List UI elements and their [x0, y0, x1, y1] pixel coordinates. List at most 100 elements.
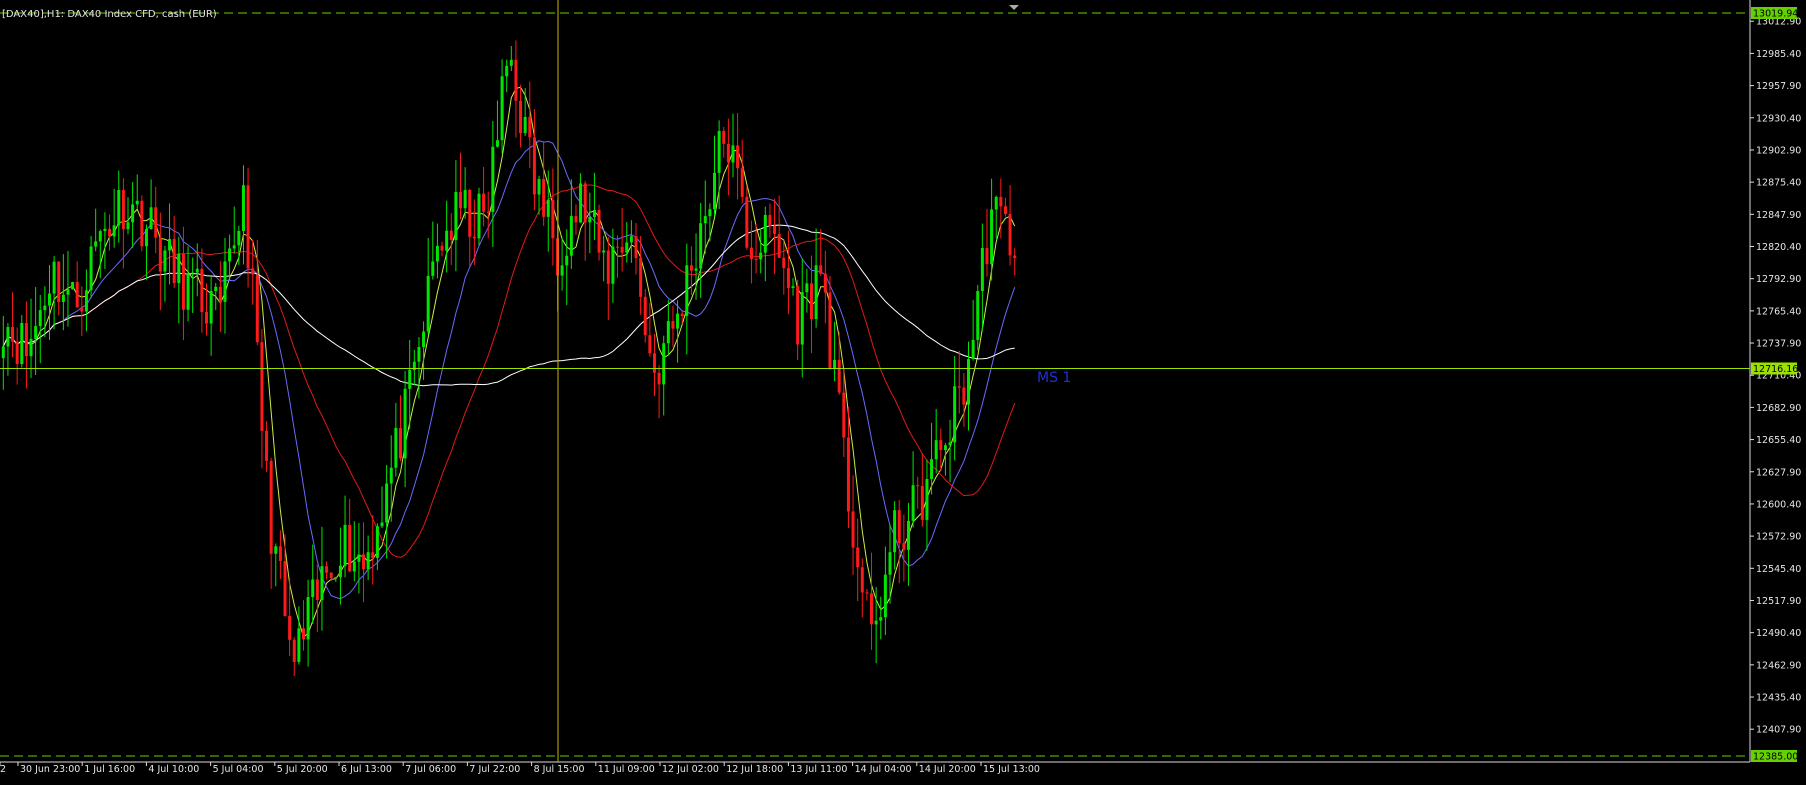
- bear-candle: [75, 282, 79, 308]
- bear-candle: [851, 511, 855, 548]
- bull-candle: [934, 440, 938, 460]
- bear-candle: [472, 236, 476, 239]
- bear-candle: [459, 192, 463, 209]
- chart-canvas[interactable]: 13012.9012985.4012957.9012930.4012902.90…: [0, 0, 1806, 781]
- bull-candle: [505, 65, 509, 77]
- bear-candle: [657, 372, 661, 385]
- bull-candle: [232, 245, 236, 249]
- price-chart[interactable]: 13012.90 12985.40 12957.90 12930.40 12902.90…: [0, 0, 1806, 781]
- bull-candle: [925, 478, 929, 520]
- bear-candle: [842, 392, 846, 438]
- bull-candle: [380, 522, 384, 527]
- bull-candle: [629, 236, 633, 243]
- bull-candle: [89, 246, 93, 291]
- bull-candle: [537, 179, 541, 195]
- bear-candle: [634, 236, 638, 259]
- bull-candle: [237, 231, 241, 246]
- bear-candle: [722, 130, 726, 144]
- price-tick-label: 12985.40: [1756, 49, 1801, 60]
- bear-candle: [80, 307, 84, 312]
- bull-candle: [223, 261, 227, 302]
- bear-candle: [278, 546, 282, 562]
- time-tick-label: 1 Jul 16:00: [84, 764, 135, 775]
- bull-candle: [500, 76, 504, 141]
- bear-candle: [745, 196, 749, 248]
- bear-candle: [639, 258, 643, 297]
- bull-candle: [417, 347, 421, 362]
- bull-candle: [943, 445, 947, 450]
- price-tick-label: 12462.90: [1756, 660, 1801, 671]
- time-tick-label: 11 Jul 09:00: [598, 764, 655, 775]
- bull-candle: [911, 485, 915, 521]
- bear-candle: [200, 268, 204, 313]
- bull-candle: [717, 130, 721, 173]
- price-tick-label: 12957.90: [1756, 81, 1801, 92]
- price-tick-label: 12930.40: [1756, 113, 1801, 124]
- bull-candle: [565, 255, 569, 266]
- bear-candle: [246, 185, 250, 269]
- bear-candle: [860, 567, 864, 593]
- price-tick-label: 12792.90: [1756, 274, 1801, 285]
- bear-candle: [837, 359, 841, 393]
- bull-candle: [699, 223, 703, 269]
- time-tick-label: 7 Jul 06:00: [405, 764, 456, 775]
- bear-candle: [315, 579, 319, 600]
- bull-candle: [445, 230, 449, 251]
- bear-candle: [999, 196, 1003, 207]
- bear-candle: [1008, 213, 1012, 256]
- bull-candle: [338, 565, 342, 578]
- bull-candle: [833, 359, 837, 369]
- bear-candle: [121, 190, 125, 230]
- bull-candle: [976, 291, 980, 340]
- bear-candle: [301, 628, 305, 640]
- bull-candle: [662, 343, 666, 385]
- bull-candle: [930, 459, 934, 479]
- bull-candle: [592, 209, 596, 218]
- bull-candle: [320, 566, 324, 600]
- bear-candle: [865, 592, 869, 594]
- bear-candle: [108, 228, 112, 237]
- bull-candle: [666, 321, 670, 344]
- bear-candle: [671, 321, 675, 329]
- bull-candle: [38, 310, 42, 327]
- bear-candle: [680, 313, 684, 316]
- bull-candle: [731, 145, 735, 163]
- bear-candle: [736, 145, 740, 169]
- bear-candle: [251, 268, 255, 275]
- price-tick-label: 12545.40: [1756, 564, 1801, 575]
- time-tick-label: 14 Jul 04:00: [855, 764, 912, 775]
- bull-candle: [426, 275, 430, 332]
- bear-candle: [823, 273, 827, 293]
- bull-candle: [611, 246, 615, 284]
- price-tick-label: 12820.40: [1756, 242, 1801, 253]
- bull-candle: [352, 561, 356, 572]
- time-axis[interactable]: 2 30 Jun 23:00 1 Jul 16:00 4 Jul 10:00 5 Jul…: [0, 762, 1040, 775]
- bear-candle: [643, 296, 647, 336]
- price-tick-label: 12435.40: [1756, 693, 1801, 704]
- bear-candle: [542, 179, 546, 217]
- bull-candle: [52, 261, 56, 294]
- bull-candle: [191, 272, 195, 274]
- low-price-badge: 12385.00: [1753, 752, 1798, 763]
- bull-candle: [112, 225, 116, 237]
- bear-candle: [514, 59, 518, 101]
- bear-candle: [939, 440, 943, 450]
- symbol-title: [DAX40],H1: DAX40 Index CFD, cash (EUR): [2, 9, 217, 20]
- bear-candle: [15, 341, 19, 364]
- bull-candle: [800, 292, 804, 345]
- bull-candle: [103, 228, 107, 232]
- bull-candle: [454, 192, 458, 241]
- bear-candle: [749, 247, 753, 259]
- bull-candle: [588, 217, 592, 223]
- bull-candle: [98, 231, 102, 242]
- bull-candle: [343, 524, 347, 566]
- bull-candle: [948, 442, 952, 446]
- bull-candle: [431, 261, 435, 276]
- bull-candle: [523, 116, 527, 134]
- bull-candle: [311, 579, 315, 598]
- bear-candle: [583, 183, 587, 223]
- bull-candle: [209, 290, 213, 324]
- bull-candle: [306, 597, 310, 640]
- bull-candle: [546, 199, 550, 217]
- time-tick-label: 7 Jul 22:00: [469, 764, 520, 775]
